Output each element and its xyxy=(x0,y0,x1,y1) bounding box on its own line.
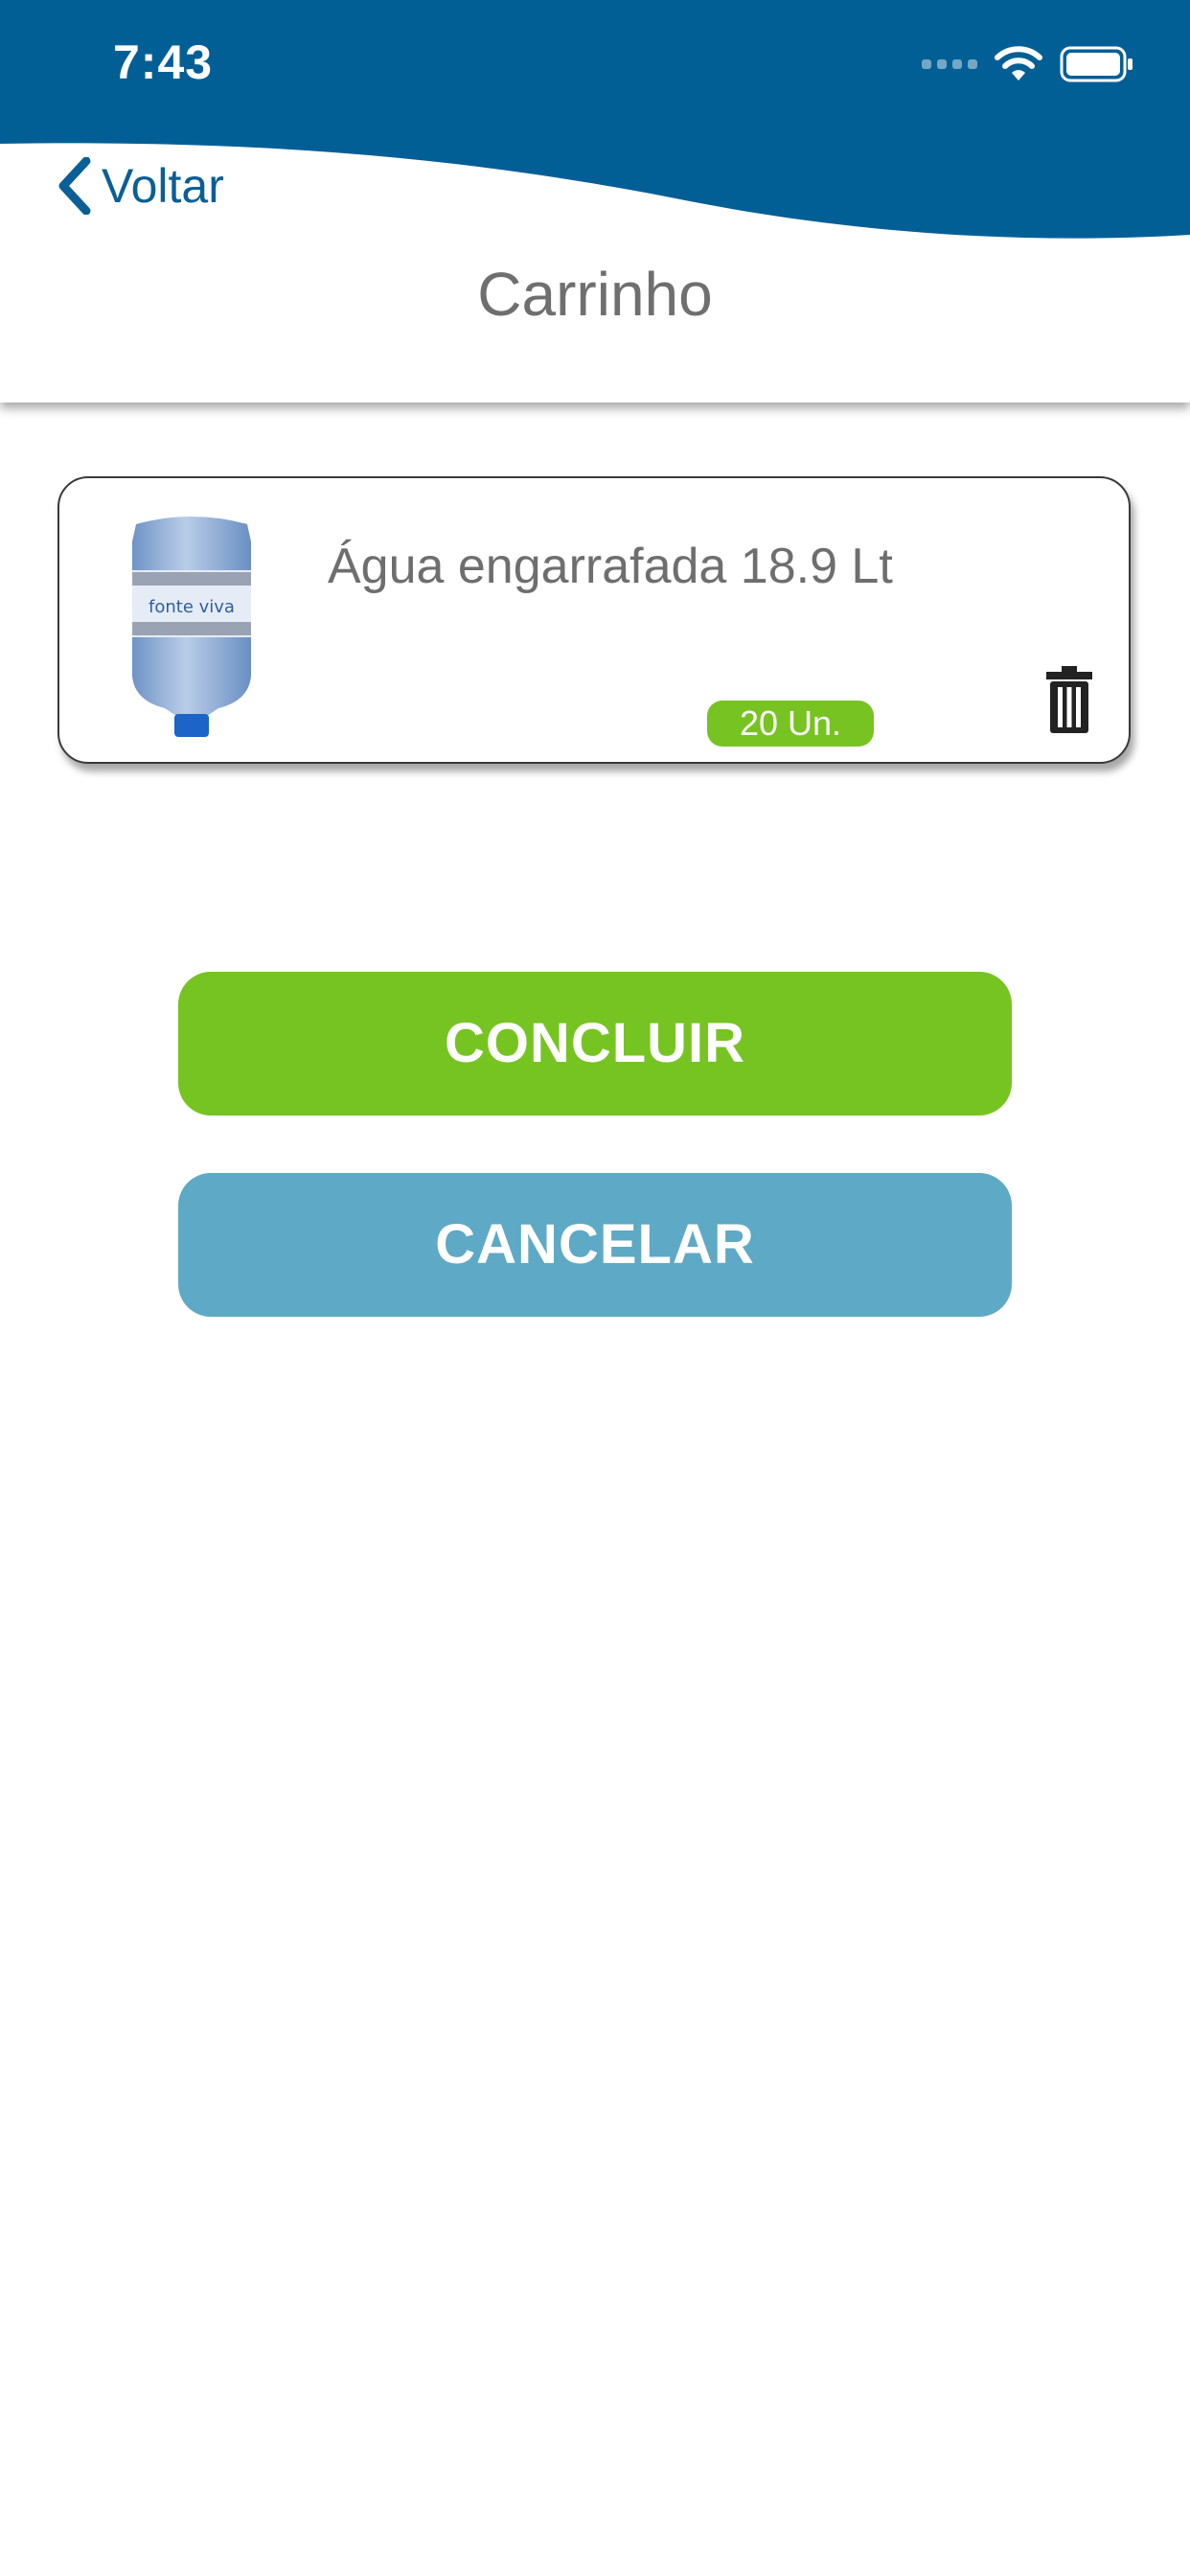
product-name: Água engarrafada 18.9 Lt xyxy=(328,539,893,594)
battery-icon xyxy=(1060,46,1133,82)
back-button[interactable]: Voltar xyxy=(56,157,224,215)
wifi-icon xyxy=(995,46,1042,80)
cancel-button[interactable]: CANCELAR xyxy=(178,1173,1012,1317)
bottle-logo: fonte viva xyxy=(149,597,235,617)
status-time: 7:43 xyxy=(113,35,214,89)
back-label: Voltar xyxy=(102,159,224,213)
top-header: 7:43 Voltar Carrinho xyxy=(0,0,1190,402)
confirm-button[interactable]: CONCLUIR xyxy=(178,972,1012,1116)
chevron-left-icon xyxy=(58,157,91,215)
status-icons xyxy=(922,46,1134,82)
cart-item: fonte viva Água engarrafada 18.9 Lt 20 U… xyxy=(57,476,1131,764)
trash-icon xyxy=(1046,666,1092,733)
page-title: Carrinho xyxy=(477,260,713,329)
cellular-signal-icon xyxy=(922,59,977,69)
quantity-badge: 20 Un. xyxy=(707,701,874,747)
water-bottle-image: fonte viva xyxy=(132,517,251,737)
delete-item-button[interactable] xyxy=(1046,666,1092,738)
